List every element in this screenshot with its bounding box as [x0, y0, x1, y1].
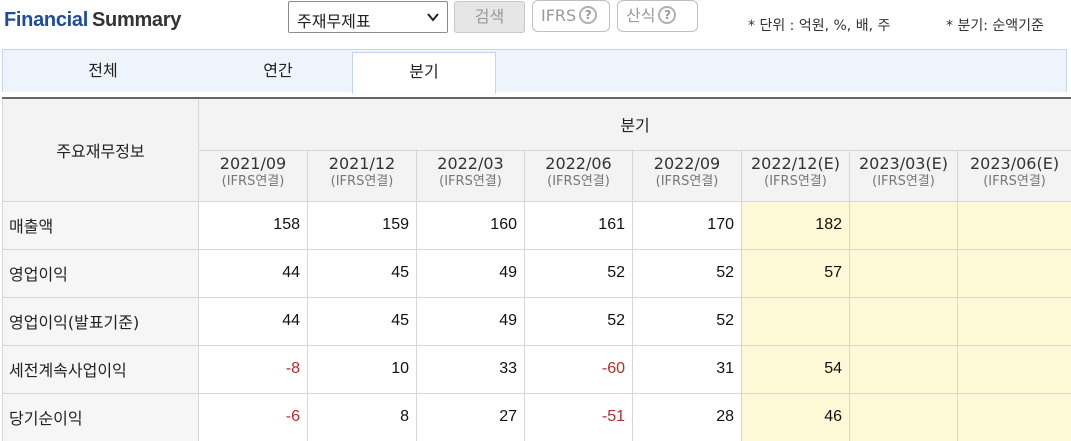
- value-cell: 54: [741, 344, 850, 394]
- value-cell: 57: [741, 248, 850, 298]
- value-cell: 52: [524, 248, 633, 298]
- value-cell: 10: [307, 344, 417, 394]
- period-header: 2022/03 (IFRS연결): [416, 149, 525, 202]
- question-icon: ?: [658, 6, 677, 24]
- value-cell: 28: [632, 392, 742, 441]
- value-cell: [849, 200, 958, 250]
- table-row: 세전계속사업이익 -8 10 33 -60 31 54: [2, 344, 1071, 394]
- value-cell: [849, 344, 958, 394]
- value-cell: [956, 344, 1071, 394]
- value-cell: 45: [307, 248, 417, 298]
- value-cell: 31: [632, 344, 742, 394]
- value-cell: 45: [307, 296, 417, 346]
- value-cell: 161: [524, 200, 633, 250]
- tab-annual[interactable]: 연간: [203, 50, 353, 92]
- value-cell: 170: [632, 200, 742, 250]
- value-cell: 160: [416, 200, 525, 250]
- value-cell: [741, 296, 850, 346]
- value-cell: 46: [741, 392, 850, 441]
- value-cell: [956, 392, 1071, 441]
- value-cell: 182: [741, 200, 850, 250]
- value-cell: [849, 296, 958, 346]
- value-cell: [849, 392, 958, 441]
- table-row: 매출액 158 159 160 161 170 182: [2, 200, 1071, 250]
- quarter-basis-note: * 분기: 순액기준: [946, 18, 1044, 34]
- period-header: 2023/03(E) (IFRS연결): [849, 149, 958, 202]
- value-cell: [956, 200, 1071, 250]
- value-cell: [849, 248, 958, 298]
- value-cell: [956, 296, 1071, 346]
- value-cell: 159: [307, 200, 417, 250]
- value-cell: -51: [524, 392, 633, 441]
- value-cell: 158: [198, 200, 308, 250]
- value-cell: 52: [524, 296, 633, 346]
- value-cell: -6: [198, 392, 308, 441]
- value-cell: 49: [416, 296, 525, 346]
- search-button[interactable]: 검색: [454, 1, 525, 33]
- row-label[interactable]: 당기순이익: [2, 392, 199, 441]
- value-cell: 52: [632, 248, 742, 298]
- table-row: 영업이익 44 45 49 52 52 57: [2, 248, 1071, 298]
- value-cell: 8: [307, 392, 417, 441]
- value-cell: 44: [198, 296, 308, 346]
- financial-table-container: 주요재무정보 분기 2021/09 (IFRS연결) 2021/12 (IFRS연결…: [2, 97, 1071, 441]
- value-cell: 49: [416, 248, 525, 298]
- formula-help-button[interactable]: 산식?: [617, 0, 698, 32]
- formula-label: 산식: [626, 6, 656, 25]
- statement-type-select[interactable]: 주재무제표: [288, 1, 448, 33]
- row-label[interactable]: 매출액: [2, 200, 199, 250]
- value-cell: -60: [524, 344, 633, 394]
- value-cell: 33: [416, 344, 525, 394]
- period-header: 2022/12(E) (IFRS연결): [741, 149, 850, 202]
- row-label[interactable]: 영업이익: [2, 248, 199, 298]
- table-body: 매출액 158 159 160 161 170 182 영업이익 44 45 49 52 52 57 영업이…: [2, 200, 1071, 441]
- period-header: 2021/12 (IFRS연결): [307, 149, 417, 202]
- tab-quarterly[interactable]: 분기: [352, 52, 496, 94]
- row-header-label: 주요재무정보: [2, 97, 199, 202]
- period-header: 2022/06 (IFRS연결): [524, 149, 633, 202]
- row-label[interactable]: 세전계속사업이익: [2, 344, 199, 394]
- period-header: 2023/06(E) (IFRS연결): [956, 149, 1071, 202]
- value-cell: 52: [632, 296, 742, 346]
- value-cell: 27: [416, 392, 525, 441]
- value-cell: 44: [198, 248, 308, 298]
- period-header: 2022/09 (IFRS연결): [632, 149, 742, 202]
- value-cell: [956, 248, 1071, 298]
- period-tabs: 전체 연간 분기: [2, 49, 1067, 94]
- row-label[interactable]: 영업이익(발표기준): [2, 296, 199, 346]
- tab-all[interactable]: 전체: [3, 50, 203, 92]
- toolbar: Financial Summary 주재무제표 검색 IFRS? 산식? * 단위…: [0, 0, 1071, 44]
- financial-summary-table: 주요재무정보 분기 2021/09 (IFRS연결) 2021/12 (IFRS연결…: [2, 97, 1071, 441]
- title-summary: Summary: [92, 9, 182, 31]
- title-financial: Financial: [4, 9, 88, 31]
- statement-type-value: 주재무제표: [297, 12, 371, 31]
- ifrs-label: IFRS: [541, 6, 577, 25]
- chevron-down-icon: [427, 13, 439, 22]
- page-title: Financial Summary: [4, 9, 181, 32]
- table-row: 영업이익(발표기준) 44 45 49 52 52: [2, 296, 1071, 346]
- ifrs-help-button[interactable]: IFRS?: [532, 0, 610, 32]
- table-row: 당기순이익 -6 8 27 -51 28 46: [2, 392, 1071, 441]
- section-header-quarterly: 분기: [197, 97, 1071, 151]
- value-cell: -8: [198, 344, 308, 394]
- period-header: 2021/09 (IFRS연결): [198, 149, 308, 202]
- question-icon: ?: [579, 6, 598, 24]
- unit-note: * 단위 : 억원, %, 배, 주: [748, 18, 891, 34]
